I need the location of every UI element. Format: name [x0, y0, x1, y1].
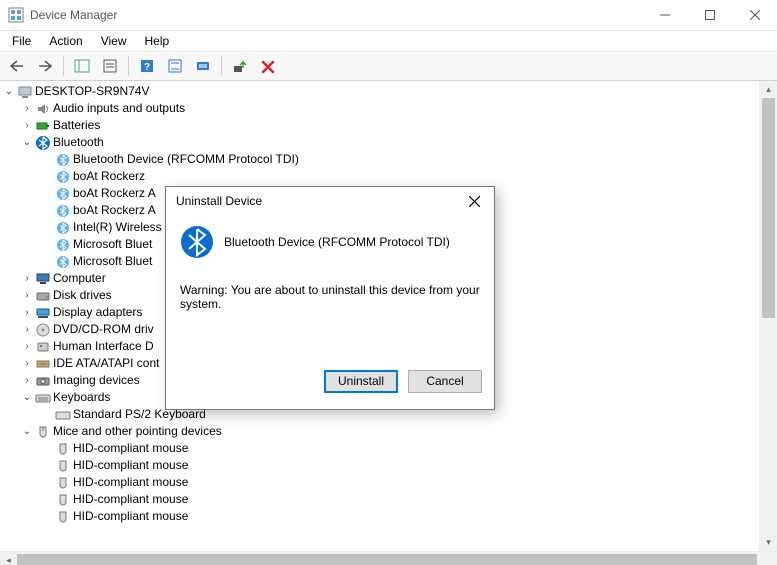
bluetooth-icon	[180, 225, 214, 259]
tree-item-mice[interactable]: ⌄ Mice and other pointing devices	[0, 423, 759, 440]
tree-item-bt-device[interactable]: Bluetooth Device (RFCOMM Protocol TDI)	[0, 151, 759, 168]
scan-hardware-button[interactable]	[190, 53, 216, 79]
camera-icon	[34, 372, 51, 389]
menu-file[interactable]: File	[4, 32, 39, 50]
dialog-titlebar: Uninstall Device	[166, 187, 494, 215]
window-controls	[642, 0, 777, 30]
menu-action[interactable]: Action	[41, 32, 90, 50]
audio-icon	[34, 100, 51, 117]
dialog-close-button[interactable]	[454, 187, 494, 215]
forward-button[interactable]	[32, 53, 58, 79]
svg-text:?: ?	[144, 62, 150, 73]
tree-item-mouse-device[interactable]: HID-compliant mouse	[0, 474, 759, 491]
show-hide-tree-button[interactable]	[69, 53, 95, 79]
bluetooth-icon	[54, 236, 71, 253]
battery-icon	[34, 117, 51, 134]
dialog-cancel-button[interactable]: Cancel	[408, 370, 482, 393]
dialog-uninstall-button[interactable]: Uninstall	[324, 370, 398, 393]
uninstall-button[interactable]	[255, 53, 281, 79]
disk-icon	[34, 287, 51, 304]
expand-icon[interactable]: ›	[20, 355, 34, 372]
collapse-icon[interactable]: ⌄	[20, 423, 34, 440]
scrollbar-thumb[interactable]	[17, 554, 757, 565]
expand-icon[interactable]: ›	[20, 270, 34, 287]
action-button[interactable]	[162, 53, 188, 79]
expand-icon[interactable]: ›	[20, 100, 34, 117]
tree-item-mouse-device[interactable]: HID-compliant mouse	[0, 457, 759, 474]
bluetooth-icon	[54, 151, 71, 168]
expand-icon[interactable]: ›	[20, 372, 34, 389]
tree-item-mouse-device[interactable]: HID-compliant mouse	[0, 508, 759, 525]
tree-item-batteries[interactable]: › Batteries	[0, 117, 759, 134]
tree-item-mouse-device[interactable]: HID-compliant mouse	[0, 491, 759, 508]
help-button[interactable]: ?	[134, 53, 160, 79]
back-button[interactable]	[4, 53, 30, 79]
dvd-icon	[34, 321, 51, 338]
scroll-up-icon[interactable]: ▴	[760, 81, 777, 98]
bluetooth-icon	[34, 134, 51, 151]
collapse-icon[interactable]: ⌄	[2, 83, 16, 100]
tree-item-bluetooth[interactable]: ⌄ Bluetooth	[0, 134, 759, 151]
close-button[interactable]	[732, 0, 777, 30]
expand-icon[interactable]: ›	[20, 338, 34, 355]
minimize-button[interactable]	[642, 0, 687, 30]
expand-icon[interactable]: ›	[20, 117, 34, 134]
computer-icon	[34, 270, 51, 287]
bluetooth-icon	[54, 185, 71, 202]
scrollbar-thumb[interactable]	[762, 98, 775, 318]
expand-icon[interactable]: ›	[20, 287, 34, 304]
collapse-icon[interactable]: ⌄	[20, 389, 34, 406]
scroll-left-icon[interactable]: ◂	[0, 552, 17, 565]
mouse-icon	[54, 508, 71, 525]
menu-help[interactable]: Help	[137, 32, 178, 50]
mouse-icon	[54, 474, 71, 491]
dialog-title: Uninstall Device	[176, 194, 454, 208]
expand-icon[interactable]: ›	[20, 321, 34, 338]
collapse-icon[interactable]: ⌄	[20, 134, 34, 151]
dialog-warning-text: Warning: You are about to uninstall this…	[180, 283, 480, 311]
titlebar: Device Manager	[0, 0, 777, 31]
dialog-device-name: Bluetooth Device (RFCOMM Protocol TDI)	[224, 235, 450, 249]
mouse-icon	[54, 440, 71, 457]
bluetooth-icon	[54, 219, 71, 236]
bluetooth-icon	[54, 168, 71, 185]
window-title: Device Manager	[30, 8, 117, 22]
menubar: File Action View Help	[0, 31, 777, 51]
mouse-icon	[54, 491, 71, 508]
uninstall-dialog: Uninstall Device Bluetooth Device (RFCOM…	[165, 186, 495, 410]
scroll-down-icon[interactable]: ▾	[760, 534, 777, 551]
ide-icon	[34, 355, 51, 372]
tree-root-label: DESKTOP-SR9N74V	[35, 83, 150, 100]
computer-root-icon	[16, 83, 33, 100]
keyboard-icon	[34, 389, 51, 406]
hid-icon	[34, 338, 51, 355]
horizontal-scrollbar[interactable]: ◂ ▸	[0, 551, 777, 565]
properties-button[interactable]	[97, 53, 123, 79]
expand-icon[interactable]: ›	[20, 304, 34, 321]
bluetooth-icon	[54, 253, 71, 270]
maximize-button[interactable]	[687, 0, 732, 30]
toolbar: ?	[0, 51, 777, 81]
tree-item-mouse-device[interactable]: HID-compliant mouse	[0, 440, 759, 457]
mouse-icon	[54, 457, 71, 474]
menu-view[interactable]: View	[93, 32, 135, 50]
app-icon	[8, 7, 24, 23]
update-driver-button[interactable]	[227, 53, 253, 79]
display-icon	[34, 304, 51, 321]
tree-item-audio[interactable]: › Audio inputs and outputs	[0, 100, 759, 117]
vertical-scrollbar[interactable]: ▴ ▾	[759, 81, 777, 551]
keyboard-icon	[54, 406, 71, 423]
mouse-icon	[34, 423, 51, 440]
tree-root[interactable]: ⌄ DESKTOP-SR9N74V	[0, 83, 759, 100]
bluetooth-icon	[54, 202, 71, 219]
tree-item-bt-device[interactable]: boAt Rockerz	[0, 168, 759, 185]
